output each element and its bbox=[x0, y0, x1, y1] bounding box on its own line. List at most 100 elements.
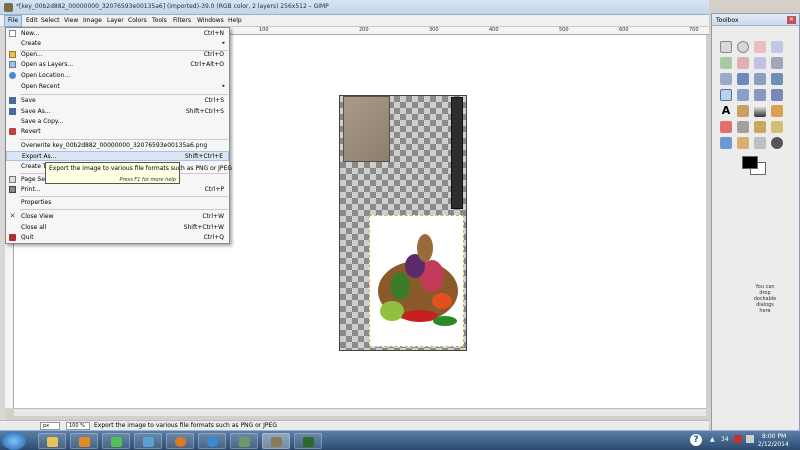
file-menu-close-all[interactable]: Close all Shift+Ctrl+W bbox=[6, 223, 229, 233]
file-menu-open-location[interactable]: Open Location... bbox=[6, 71, 229, 81]
ellipse-select-tool-icon[interactable] bbox=[737, 41, 749, 53]
color-picker-tool-icon[interactable] bbox=[771, 137, 783, 149]
close-icon[interactable]: ✕ bbox=[787, 16, 796, 24]
text-tool-icon[interactable]: A bbox=[720, 105, 732, 117]
start-button[interactable] bbox=[2, 432, 26, 450]
menu-tools[interactable]: Tools bbox=[152, 17, 167, 24]
revert-icon bbox=[9, 128, 16, 135]
window-title: *[key_00b2d882_00000000_32076593e00135a6… bbox=[16, 3, 329, 10]
file-menu-save-copy[interactable]: Save a Copy... bbox=[6, 117, 229, 127]
file-menu-export-as[interactable]: Export As... Shift+Ctrl+E bbox=[6, 151, 229, 161]
taskbar-app-games[interactable] bbox=[134, 433, 162, 449]
horizontal-scrollbar[interactable] bbox=[14, 408, 706, 416]
unit-selector[interactable]: px bbox=[40, 422, 60, 430]
file-menu-save[interactable]: Save Ctrl+S bbox=[6, 96, 229, 106]
menu-view[interactable]: View bbox=[64, 17, 78, 24]
tooltip-text: Export the image to various file formats… bbox=[49, 165, 232, 172]
airbrush-tool-icon[interactable] bbox=[737, 121, 749, 133]
menu-image[interactable]: Image bbox=[83, 17, 102, 24]
scale-tool-icon[interactable] bbox=[737, 89, 749, 101]
menu-filters[interactable]: Filters bbox=[173, 17, 191, 24]
align-tool-icon[interactable] bbox=[754, 73, 766, 85]
ruler-tick: 400 bbox=[489, 27, 499, 33]
file-menu-properties[interactable]: Properties bbox=[6, 198, 229, 208]
tray-alert-icon[interactable] bbox=[734, 435, 742, 443]
menu-windows[interactable]: Windows bbox=[197, 17, 224, 24]
taskbar-app-gimp[interactable] bbox=[262, 433, 290, 449]
open-icon bbox=[9, 51, 16, 58]
file-menu-new[interactable]: New... Ctrl+N bbox=[6, 29, 229, 39]
fuzzy-select-tool-icon[interactable] bbox=[771, 41, 783, 53]
menu-layer[interactable]: Layer bbox=[107, 17, 124, 24]
file-menu-print[interactable]: Print... Ctrl+P bbox=[6, 185, 229, 195]
status-message: Export the image to various file formats… bbox=[94, 422, 277, 429]
menu-edit[interactable]: Edit bbox=[26, 17, 38, 24]
file-menu-open-recent[interactable]: Open Recent ▸ bbox=[6, 82, 229, 92]
zoom-tool-icon[interactable] bbox=[771, 57, 783, 69]
eraser-tool-icon[interactable] bbox=[720, 121, 732, 133]
taskbar-app-media[interactable] bbox=[70, 433, 98, 449]
select-by-color-tool-icon[interactable] bbox=[720, 57, 732, 69]
menu-help[interactable]: Help bbox=[228, 17, 242, 24]
gimp-icon bbox=[271, 437, 282, 447]
foreground-color-swatch[interactable] bbox=[742, 156, 758, 169]
help-icon[interactable]: ? bbox=[690, 434, 702, 446]
save-as-icon bbox=[9, 108, 16, 115]
blend-tool-icon[interactable] bbox=[754, 105, 766, 117]
new-icon bbox=[9, 30, 16, 37]
taskbar-app-ie[interactable] bbox=[198, 433, 226, 449]
menu-separator bbox=[20, 196, 228, 197]
menu-select[interactable]: Select bbox=[41, 17, 60, 24]
smudge-tool-icon[interactable] bbox=[737, 137, 749, 149]
taskbar-app-word[interactable] bbox=[294, 433, 322, 449]
file-menu-open-as-layers[interactable]: Open as Layers... Ctrl+Alt+O bbox=[6, 60, 229, 70]
file-menu-open[interactable]: Open... Ctrl+O bbox=[6, 50, 229, 60]
taskbar-app-sims[interactable] bbox=[102, 433, 130, 449]
globe-icon bbox=[9, 72, 16, 79]
vegetables-photo-layer bbox=[369, 215, 464, 347]
crop-tool-icon[interactable] bbox=[771, 73, 783, 85]
taskbar-app-network[interactable] bbox=[230, 433, 258, 449]
menubar: File Edit Select View Image Layer Colors… bbox=[0, 15, 709, 27]
close-view-icon: ✕ bbox=[9, 212, 16, 220]
menu-colors[interactable]: Colors bbox=[128, 17, 147, 24]
taskbar-app-explorer[interactable] bbox=[38, 433, 66, 449]
ruler-tick: 600 bbox=[619, 27, 629, 33]
foreground-select-tool-icon[interactable] bbox=[754, 57, 766, 69]
rect-select-tool-icon[interactable] bbox=[720, 41, 732, 53]
ruler-tick: 700 bbox=[689, 27, 699, 33]
shear-tool-icon[interactable] bbox=[754, 89, 766, 101]
ink-tool-icon[interactable] bbox=[754, 121, 766, 133]
zoom-selector[interactable]: 100 % bbox=[66, 422, 90, 430]
dock-drop-hint: You can drop dockable dialogs here bbox=[753, 284, 777, 314]
bucket-fill-tool-icon[interactable] bbox=[737, 105, 749, 117]
file-menu-quit[interactable]: Quit Ctrl+Q bbox=[6, 233, 229, 243]
file-menu-save-as[interactable]: Save As... Shift+Ctrl+S bbox=[6, 107, 229, 117]
move-tool-icon[interactable] bbox=[737, 73, 749, 85]
menu-separator bbox=[20, 94, 228, 95]
clone-tool-icon[interactable] bbox=[771, 121, 783, 133]
measure-tool-icon[interactable] bbox=[720, 73, 732, 85]
rotate-tool-icon[interactable] bbox=[720, 89, 732, 101]
file-menu-create[interactable]: Create ▸ bbox=[6, 39, 229, 49]
file-menu-revert[interactable]: Revert bbox=[6, 127, 229, 137]
tray-badge: 34 bbox=[721, 436, 729, 443]
clock-time[interactable]: 8:00 PM bbox=[762, 433, 786, 440]
taskbar-app-firefox[interactable] bbox=[166, 433, 194, 449]
file-menu-close-view[interactable]: ✕ Close View Ctrl+W bbox=[6, 212, 229, 222]
ruler-tick: 300 bbox=[429, 27, 439, 33]
perspective-tool-icon[interactable] bbox=[771, 89, 783, 101]
clock-date[interactable]: 2/12/2014 bbox=[758, 441, 789, 448]
dodge-burn-tool-icon[interactable] bbox=[754, 137, 766, 149]
volume-icon[interactable] bbox=[746, 435, 754, 443]
free-select-tool-icon[interactable] bbox=[754, 41, 766, 53]
scissors-tool-icon[interactable] bbox=[737, 57, 749, 69]
submenu-arrow-icon: ▸ bbox=[222, 83, 225, 89]
file-menu-dropdown: New... Ctrl+N Create ▸ Open... Ctrl+O Op… bbox=[5, 27, 230, 244]
pencil-tool-icon[interactable] bbox=[771, 105, 783, 117]
window-titlebar: *[key_00b2d882_00000000_32076593e00135a6… bbox=[0, 0, 709, 15]
file-menu-overwrite[interactable]: Overwrite key_00b2d882_00000000_32076593… bbox=[6, 141, 229, 151]
menu-file[interactable]: File bbox=[4, 15, 23, 27]
chevron-up-icon[interactable]: ▲ bbox=[710, 436, 715, 443]
heal-tool-icon[interactable] bbox=[720, 137, 732, 149]
